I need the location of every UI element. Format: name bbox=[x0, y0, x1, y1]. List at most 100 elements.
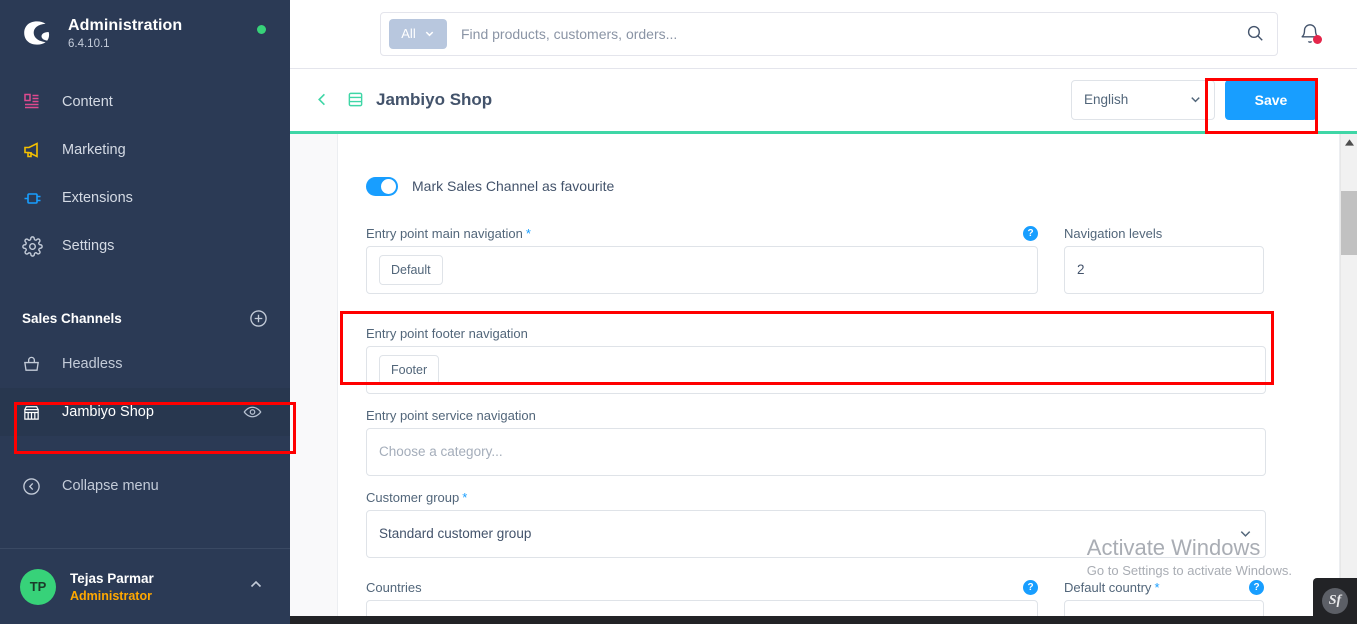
help-icon: ? bbox=[1023, 225, 1038, 241]
sidebar-main-nav: Content Marketing Extensions Settings bbox=[0, 78, 290, 270]
collapse-icon bbox=[22, 477, 52, 496]
scrollbar-thumb[interactable] bbox=[1341, 190, 1357, 255]
help-icon: ? bbox=[1023, 579, 1038, 595]
sales-channels-heading: Sales Channels bbox=[22, 310, 122, 326]
help-button[interactable]: ? bbox=[1249, 579, 1264, 595]
entry-point-footer-navigation-input[interactable]: Footer bbox=[366, 345, 1266, 394]
field-entry-point-main-navigation: Entry point main navigation * ? Default bbox=[366, 225, 1038, 294]
field-label: Navigation levels bbox=[1064, 226, 1264, 241]
sales-channel-icon bbox=[338, 91, 372, 108]
field-label-text: Navigation levels bbox=[1064, 225, 1163, 241]
status-dot bbox=[257, 25, 266, 34]
collapse-menu-button[interactable]: Collapse menu bbox=[0, 462, 290, 510]
field-label: Countries ? bbox=[366, 579, 1038, 595]
vertical-scrollbar[interactable] bbox=[1340, 133, 1357, 624]
toggle-knob bbox=[381, 178, 396, 194]
customer-group-value: Standard customer group bbox=[379, 526, 532, 542]
sidebar-item-label: Marketing bbox=[62, 142, 126, 158]
sidebar-item-label: Jambiyo Shop bbox=[62, 404, 154, 420]
symfony-toolbar-button[interactable]: Sf bbox=[1313, 578, 1357, 624]
field-label: Entry point service navigation bbox=[366, 408, 1266, 423]
favourite-toggle[interactable] bbox=[366, 176, 398, 196]
collapse-menu-label: Collapse menu bbox=[62, 478, 159, 494]
field-label-text: Entry point main navigation bbox=[366, 225, 523, 241]
sales-channel-settings-card: Mark Sales Channel as favourite Entry po… bbox=[337, 133, 1340, 624]
content-inner: Mark Sales Channel as favourite Entry po… bbox=[290, 133, 1340, 624]
category-chip[interactable]: Footer bbox=[379, 354, 440, 385]
page-header: Jambiyo Shop English Save bbox=[290, 68, 1357, 134]
required-asterisk: * bbox=[1154, 579, 1160, 595]
save-button[interactable]: Save bbox=[1225, 79, 1317, 120]
sidebar-item-label: Extensions bbox=[62, 190, 133, 206]
search-scope-label: All bbox=[401, 26, 416, 42]
search-icon[interactable] bbox=[1246, 24, 1265, 43]
sidebar: Administration 6.4.10.1 Content Marketin… bbox=[0, 0, 296, 624]
favourite-toggle-label: Mark Sales Channel as favourite bbox=[412, 178, 615, 195]
field-entry-point-footer-navigation: Entry point footer navigation Footer bbox=[366, 326, 1266, 394]
help-button[interactable]: ? bbox=[1023, 579, 1038, 595]
user-role: Administrator bbox=[70, 588, 152, 603]
gear-icon bbox=[22, 235, 52, 257]
add-sales-channel-icon[interactable] bbox=[249, 309, 268, 328]
plug-icon bbox=[22, 188, 52, 209]
sidebar-item-label: Content bbox=[62, 94, 113, 110]
shopware-logo-icon bbox=[18, 14, 56, 52]
entry-point-service-navigation-input[interactable]: Choose a category... bbox=[366, 427, 1266, 476]
headless-icon bbox=[22, 355, 52, 374]
field-label-text: Entry point footer navigation bbox=[366, 325, 528, 341]
language-select[interactable]: English bbox=[1071, 79, 1215, 120]
chevron-up-icon[interactable] bbox=[248, 576, 264, 597]
sidebar-item-content[interactable]: Content bbox=[0, 78, 290, 126]
category-chip[interactable]: Default bbox=[379, 254, 443, 285]
caret-up-icon[interactable] bbox=[1341, 134, 1357, 151]
sidebar-item-headless[interactable]: Headless bbox=[0, 340, 290, 388]
page-title: Jambiyo Shop bbox=[376, 89, 493, 109]
field-customer-group: Customer group * Standard customer group bbox=[366, 490, 1266, 558]
favourite-toggle-row: Mark Sales Channel as favourite bbox=[366, 176, 1299, 196]
content-scroll-area: Mark Sales Channel as favourite Entry po… bbox=[290, 133, 1357, 624]
sidebar-item-jambiyo-shop[interactable]: Jambiyo Shop bbox=[0, 388, 290, 436]
top-bar: All bbox=[290, 0, 1357, 69]
storefront-icon bbox=[22, 403, 52, 422]
field-label: Customer group * bbox=[366, 490, 1266, 505]
field-label-text: Customer group bbox=[366, 489, 460, 505]
sales-channels-section-header: Sales Channels bbox=[0, 296, 290, 340]
symfony-icon: Sf bbox=[1322, 588, 1348, 614]
user-menu[interactable]: TP Tejas Parmar Administrator bbox=[0, 548, 290, 624]
language-value: English bbox=[1084, 92, 1129, 108]
help-button[interactable]: ? bbox=[1023, 225, 1038, 241]
notification-badge bbox=[1313, 34, 1322, 44]
symfony-debug-toolbar[interactable] bbox=[290, 616, 1357, 624]
field-label: Default country * ? bbox=[1064, 579, 1264, 595]
notifications-button[interactable] bbox=[1288, 23, 1332, 45]
chevron-down-icon bbox=[1191, 97, 1200, 103]
search-input[interactable] bbox=[461, 25, 1246, 42]
content-icon bbox=[22, 92, 52, 112]
help-icon: ? bbox=[1249, 579, 1264, 595]
back-button[interactable] bbox=[306, 91, 338, 108]
user-name: Tejas Parmar bbox=[70, 570, 154, 586]
customer-group-select[interactable]: Standard customer group bbox=[366, 509, 1266, 558]
entry-point-main-navigation-input[interactable]: Default bbox=[366, 245, 1038, 294]
sidebar-item-extensions[interactable]: Extensions bbox=[0, 174, 290, 222]
main-area: All Find products, customers, orders... … bbox=[290, 0, 1357, 624]
eye-icon[interactable] bbox=[243, 403, 262, 422]
sidebar-brand-title: Administration bbox=[68, 16, 183, 34]
sidebar-item-settings[interactable]: Settings bbox=[0, 222, 290, 270]
search-scope-select[interactable]: All bbox=[389, 18, 447, 49]
sidebar-brand-version: 6.4.10.1 bbox=[68, 37, 110, 50]
chevron-left-icon bbox=[317, 93, 325, 106]
required-asterisk: * bbox=[462, 489, 468, 505]
entry-point-main-nav-row: Entry point main navigation * ? Default bbox=[366, 225, 1299, 308]
chevron-down-icon bbox=[1240, 531, 1251, 537]
global-search[interactable]: All bbox=[380, 11, 1278, 56]
field-label-text: Entry point service navigation bbox=[366, 407, 536, 423]
page-header-actions: English Save bbox=[1071, 79, 1343, 120]
sidebar-item-marketing[interactable]: Marketing bbox=[0, 126, 290, 174]
field-label: Entry point footer navigation bbox=[366, 326, 1266, 341]
field-label-text: Countries bbox=[366, 579, 422, 595]
megaphone-icon bbox=[22, 140, 52, 161]
sidebar-brand[interactable]: Administration 6.4.10.1 bbox=[0, 0, 290, 62]
navigation-levels-input[interactable]: 2 bbox=[1064, 245, 1264, 294]
required-asterisk: * bbox=[525, 225, 531, 241]
